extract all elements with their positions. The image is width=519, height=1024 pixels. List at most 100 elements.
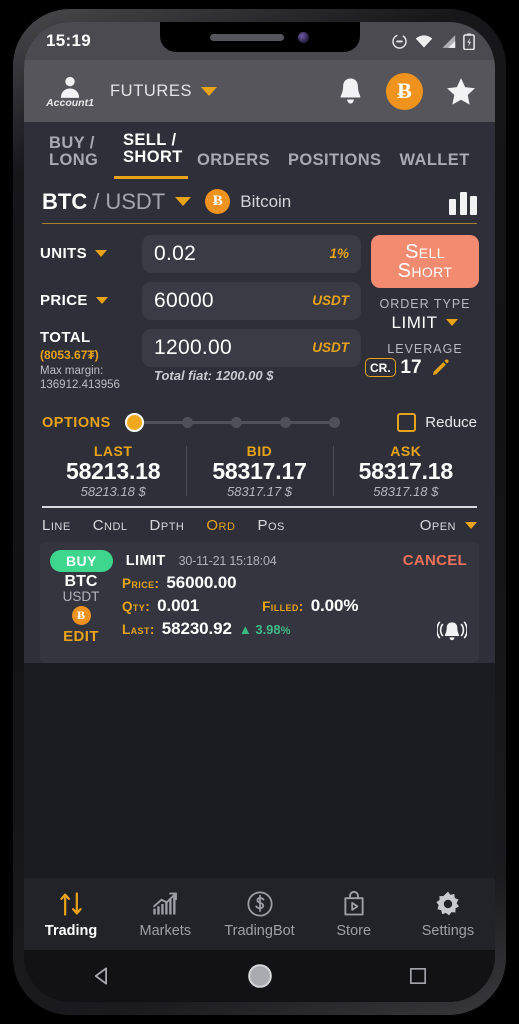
price-selector[interactable]: PRICE: [40, 292, 132, 309]
price-chevron-down-icon: [95, 297, 108, 305]
order-side-badge: BUY: [50, 549, 113, 572]
options-row: OPTIONS Reduce: [24, 401, 495, 442]
nav-tradingbot[interactable]: TradingBot: [212, 890, 306, 939]
order-price-value: 56000.00: [166, 572, 237, 592]
cross-margin-badge[interactable]: CR.: [365, 358, 396, 378]
order-filter-selector[interactable]: Open: [420, 517, 477, 534]
tab-wallet-label: WALLET: [399, 151, 470, 170]
circle-icon: [248, 964, 273, 988]
signal-icon: [442, 34, 456, 48]
order-change: ▲ 3.98%: [239, 622, 291, 637]
options-slider[interactable]: [124, 413, 340, 433]
market-type-selector[interactable]: FUTURES: [110, 82, 218, 101]
home-button[interactable]: [247, 963, 273, 989]
notch: [159, 22, 360, 52]
pair-row: BTC / USDT Ƀ Bitcoin: [24, 179, 495, 223]
sell-short-line2: Short: [397, 260, 453, 283]
bid-fiat: 58317.17 $: [226, 484, 293, 500]
tab-line[interactable]: Line: [42, 517, 71, 534]
slider-step-2[interactable]: [181, 417, 193, 429]
nav-store[interactable]: Store: [307, 890, 401, 939]
reduce-label: Reduce: [425, 414, 477, 432]
tab-pos[interactable]: Pos: [257, 517, 284, 534]
order-type-value: LIMIT: [391, 312, 438, 332]
order-card-body: BTC USDT Ƀ EDIT Price: 56000.00 Qty: 0.0…: [50, 573, 468, 654]
order-filled-block: Filled: 0.00%: [262, 596, 358, 616]
nav-settings[interactable]: Settings: [401, 890, 495, 939]
order-form-fields: UNITS 0.02 1% PRICE 60000 USDT TOTAL (80…: [40, 234, 361, 402]
slider-step-3[interactable]: [230, 417, 242, 429]
battery-charging-icon: [463, 33, 475, 50]
tab-positions[interactable]: POSITIONS: [279, 148, 390, 178]
price-cell-bid: BID 58317.17 58317.17 $: [186, 442, 332, 502]
max-margin: Max margin: 136912.413956: [40, 364, 132, 393]
pair-chevron-down-icon[interactable]: [175, 197, 192, 207]
tab-orders-label: ORDERS: [197, 151, 270, 170]
tab-sell-short[interactable]: SELL / SHORT: [114, 128, 188, 179]
square-icon: [409, 968, 426, 984]
reduce-checkbox[interactable]: [397, 413, 417, 433]
units-value: 0.02: [154, 241, 197, 265]
price-input[interactable]: 60000 USDT: [142, 281, 361, 320]
tab-cndl[interactable]: Cndl: [93, 517, 128, 534]
units-input[interactable]: 0.02 1%: [142, 234, 361, 273]
price-row: PRICE 60000 USDT: [40, 281, 361, 320]
nav-trading-label: Trading: [44, 922, 98, 939]
reduce-toggle[interactable]: Reduce: [397, 413, 477, 433]
order-last-row: Last: 58230.92 ▲ 3.98%: [122, 618, 468, 651]
tab-ord[interactable]: Ord: [206, 517, 235, 534]
order-type-selector[interactable]: LIMIT: [392, 313, 459, 333]
nav-settings-label: Settings: [421, 922, 475, 939]
status-icons: [391, 33, 475, 50]
earpiece-speaker: [210, 33, 284, 41]
back-button[interactable]: [91, 965, 113, 987]
order-change-unit: %: [280, 624, 291, 637]
tab-wallet[interactable]: WALLET: [390, 148, 478, 178]
order-last-value: 58230.92: [161, 618, 232, 638]
tab-buy-long[interactable]: BUY / LONG: [40, 131, 114, 179]
order-card[interactable]: BUY LIMIT 30-11-21 15:18:04 CANCEL BTC U…: [40, 541, 479, 663]
order-pair-block: BTC USDT Ƀ EDIT: [50, 573, 112, 654]
order-price-row: Price: 56000.00: [122, 573, 467, 593]
bitcoin-icon[interactable]: Ƀ: [386, 72, 423, 110]
slider-step-5[interactable]: [328, 417, 340, 429]
total-input[interactable]: 1200.00 USDT: [142, 328, 361, 367]
account-button[interactable]: Account1: [42, 74, 98, 109]
price-value: 60000: [154, 288, 214, 312]
tab-dpth[interactable]: Dpth: [150, 517, 185, 534]
chevron-down-icon: [201, 86, 218, 96]
bottom-nav: Trading Markets TradingBot Store Setting…: [24, 878, 495, 950]
nav-trading[interactable]: Trading: [24, 890, 118, 939]
total-fiat: Total fiat: 1200.00 $: [154, 367, 274, 383]
ask-label: ASK: [390, 443, 422, 460]
order-quote: USDT: [62, 589, 100, 605]
android-nav-bar: [24, 950, 495, 1002]
order-last-label: Last:: [122, 621, 155, 637]
recents-button[interactable]: [408, 966, 428, 986]
nav-markets[interactable]: Markets: [118, 890, 212, 939]
tab-orders[interactable]: ORDERS: [188, 148, 279, 178]
nav-markets-label: Markets: [139, 922, 192, 939]
ask-value: 58317.18: [358, 458, 454, 485]
bell-ring-icon: [436, 621, 468, 641]
sell-short-button[interactable]: Sell Short: [371, 234, 479, 288]
cancel-order-button[interactable]: CANCEL: [403, 552, 467, 569]
order-alarm-button[interactable]: [436, 619, 468, 651]
status-time: 15:19: [46, 31, 91, 50]
price-currency: USDT: [312, 293, 349, 309]
order-action-panel: Sell Short ORDER TYPE LIMIT LEVERAGE CR.…: [365, 234, 479, 402]
pair-quote: USDT: [105, 188, 166, 214]
bell-icon[interactable]: [337, 77, 364, 106]
star-icon[interactable]: [445, 76, 477, 107]
price-summary: LAST 58213.18 58213.18 $ BID 58317.17 58…: [24, 442, 495, 502]
price-label: PRICE: [40, 292, 88, 310]
units-selector[interactable]: UNITS: [40, 245, 132, 262]
pencil-icon[interactable]: [431, 358, 450, 377]
price-cell-last: LAST 58213.18 58213.18 $: [40, 442, 186, 502]
total-row: TOTAL (8053.67₮) Max margin: 136912.4139…: [40, 328, 361, 393]
bar-chart-icon[interactable]: [449, 189, 477, 215]
units-percent: 1%: [329, 246, 349, 262]
edit-order-button[interactable]: EDIT: [50, 628, 112, 645]
slider-step-4[interactable]: [279, 417, 291, 429]
slider-thumb[interactable]: [124, 413, 144, 433]
